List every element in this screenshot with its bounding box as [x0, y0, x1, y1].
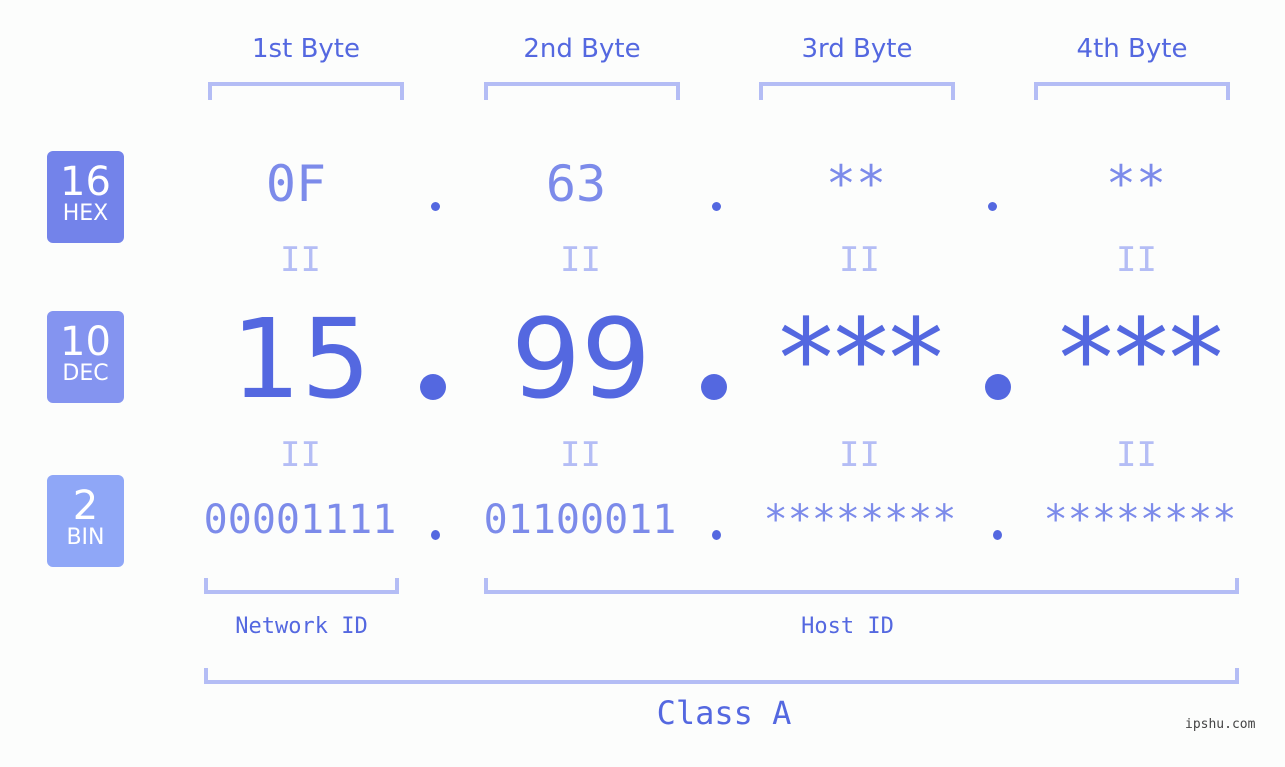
bin-label: BIN: [66, 525, 105, 550]
dec-dot-2: [701, 374, 727, 400]
dec-label: DEC: [62, 361, 109, 386]
network-id-label: Network ID: [235, 614, 368, 639]
hex-label: HEX: [62, 201, 109, 226]
dec-badge: 10 DEC: [47, 311, 124, 403]
equals-icon: II: [839, 435, 880, 475]
equals-icon: II: [280, 240, 321, 280]
watermark: ipshu.com: [1185, 717, 1256, 732]
equals-icon: II: [280, 435, 321, 475]
equals-icon: II: [1116, 240, 1157, 280]
bin-byte-4: ********: [1043, 497, 1237, 543]
byte-1-bracket: [208, 82, 404, 100]
bin-byte-1: 00001111: [203, 497, 397, 543]
dec-base: 10: [60, 319, 111, 365]
class-bracket: [204, 668, 1239, 684]
network-id-bracket: [204, 578, 399, 594]
bin-base: 2: [72, 483, 99, 529]
hex-byte-1: 0F: [265, 155, 327, 213]
dec-dot-3: [985, 374, 1011, 400]
bin-byte-3: ********: [763, 497, 957, 543]
byte-2-bracket: [484, 82, 680, 100]
dec-byte-2: 99: [511, 295, 651, 423]
dec-byte-1: 15: [231, 295, 371, 423]
equals-icon: II: [839, 240, 880, 280]
byte-3-bracket: [759, 82, 955, 100]
bin-byte-2: 01100011: [483, 497, 677, 543]
byte-4-label: 4th Byte: [1076, 34, 1188, 64]
host-id-label: Host ID: [801, 614, 894, 639]
byte-1-label: 1st Byte: [252, 34, 360, 64]
equals-icon: II: [560, 435, 601, 475]
class-label: Class A: [656, 694, 792, 732]
hex-dot-1: [431, 202, 440, 211]
bin-dot-1: [431, 530, 440, 540]
byte-2-label: 2nd Byte: [523, 34, 641, 64]
bin-dot-2: [712, 530, 721, 540]
hex-base: 16: [60, 159, 111, 205]
dec-dot-1: [420, 374, 446, 400]
bin-dot-3: [993, 530, 1002, 540]
dec-byte-3: ***: [778, 295, 944, 423]
byte-3-label: 3rd Byte: [801, 34, 913, 64]
byte-4-bracket: [1034, 82, 1230, 100]
bin-badge: 2 BIN: [47, 475, 124, 567]
hex-byte-3: **: [825, 155, 887, 213]
hex-dot-3: [988, 202, 997, 211]
equals-icon: II: [560, 240, 601, 280]
hex-byte-4: **: [1105, 155, 1167, 213]
hex-dot-2: [712, 202, 721, 211]
hex-badge: 16 HEX: [47, 151, 124, 243]
equals-icon: II: [1116, 435, 1157, 475]
host-id-bracket: [484, 578, 1239, 594]
hex-byte-2: 63: [545, 155, 607, 213]
dec-byte-4: ***: [1058, 295, 1224, 423]
